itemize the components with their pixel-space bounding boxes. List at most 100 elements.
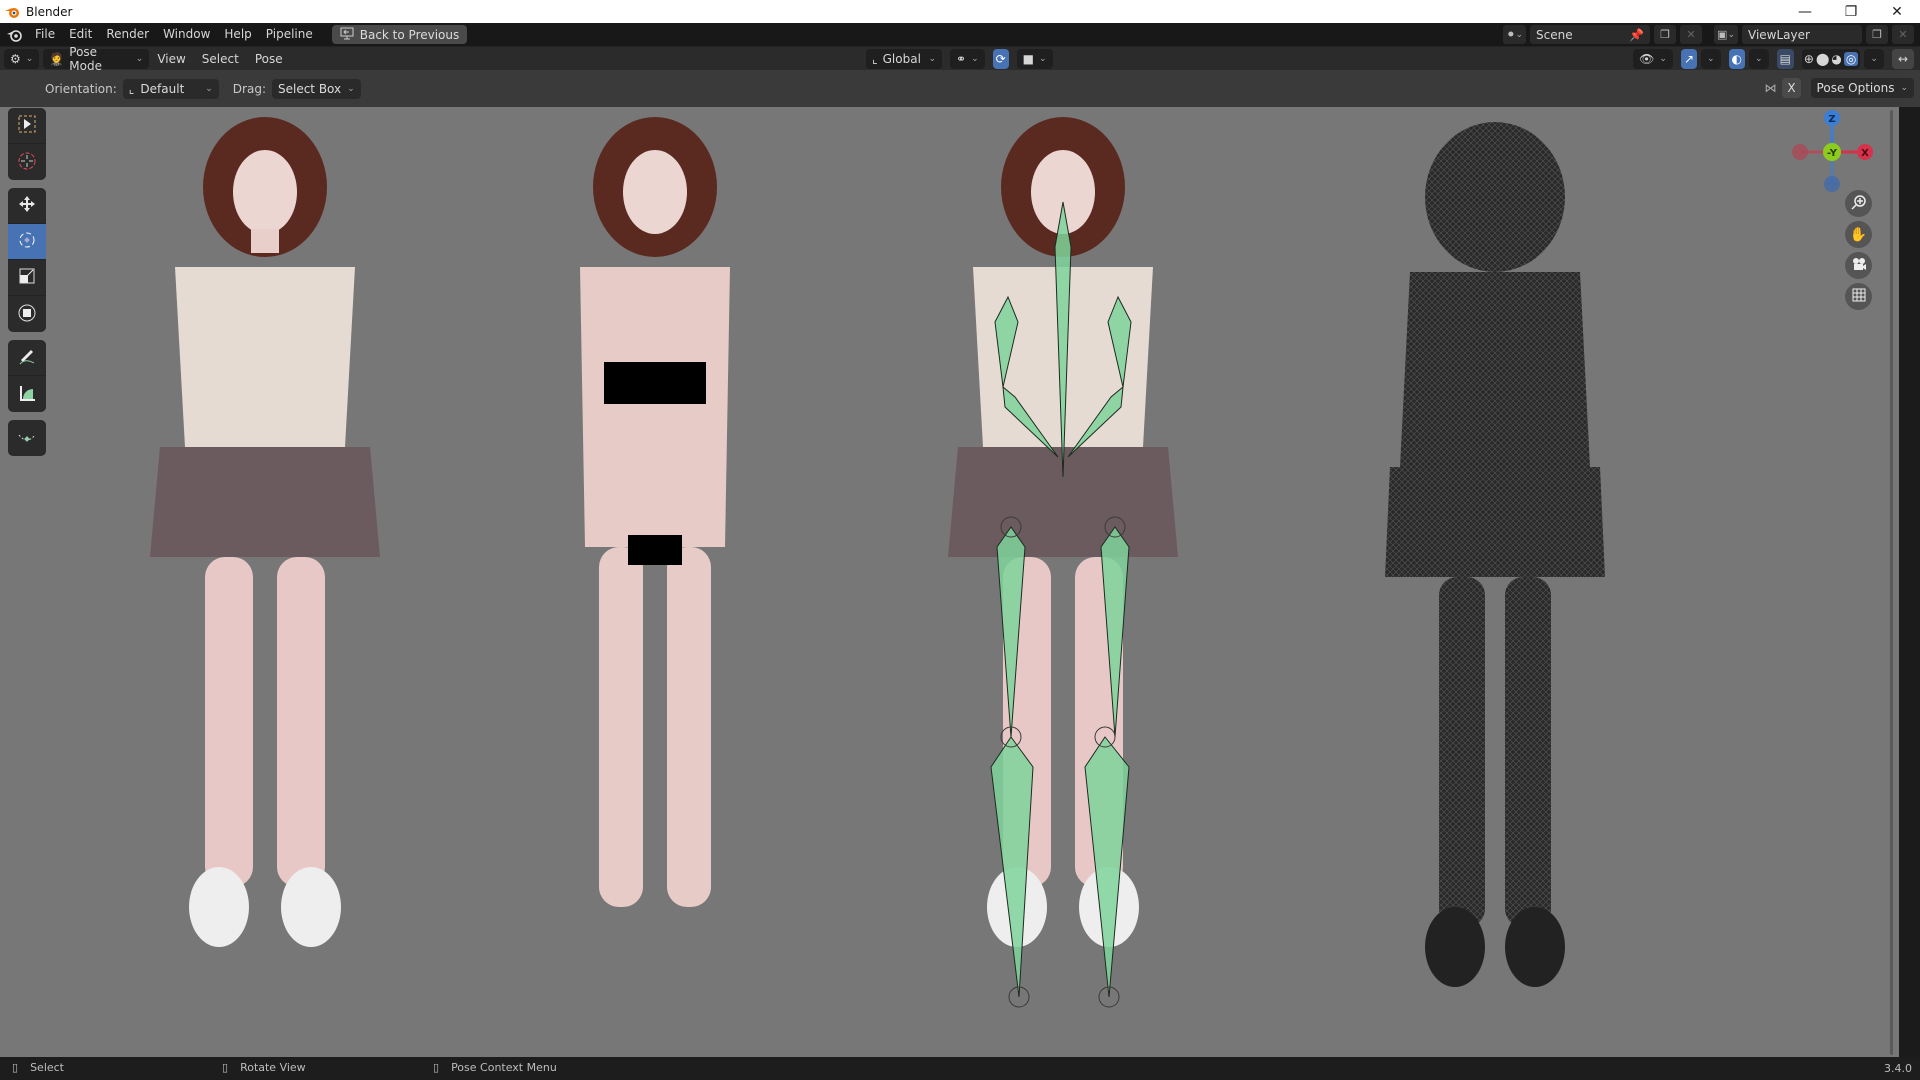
menu-select[interactable]: Select <box>194 52 247 66</box>
show-gizmo-toggle[interactable]: ↗ <box>1680 49 1697 69</box>
overlays-dropdown[interactable]: ⌄ <box>1749 49 1769 69</box>
status-select: ▯ Select <box>12 1061 64 1074</box>
x-mirror-toggle[interactable]: X <box>1782 78 1801 98</box>
scene-icon: ⚫ <box>1506 28 1516 41</box>
snap-target-button[interactable]: ■ ⌄ <box>1016 49 1053 69</box>
menu-pipeline[interactable]: Pipeline <box>259 23 320 46</box>
orientation-value: Default <box>140 81 185 96</box>
orientation-axes-icon: ⌞ <box>128 81 135 96</box>
sidebar-toggle-button[interactable]: ↔ <box>1891 49 1914 69</box>
status-context-menu: ▯ Pose Context Menu <box>433 1061 557 1074</box>
figure-base-mesh <box>580 117 730 907</box>
back-to-previous-button[interactable]: Back to Previous <box>331 25 468 44</box>
xray-icon: ▤ <box>1779 52 1791 66</box>
close-icon: ✕ <box>1686 28 1696 41</box>
mouse-middle-icon: ▯ <box>222 1061 229 1074</box>
drag-dropdown[interactable]: Select Box ⌄ <box>271 78 361 99</box>
tool-move[interactable] <box>8 188 46 224</box>
menu-window[interactable]: Window <box>156 23 217 46</box>
gizmo-z-label: Z <box>1828 114 1835 125</box>
tool-select-box[interactable] <box>8 108 46 144</box>
visibility-selectability-button[interactable]: 👁 ⌄ <box>1633 49 1673 69</box>
view-layer-browse-button[interactable]: ▣ ⌄ <box>1714 25 1738 44</box>
pin-icon[interactable]: 📌 <box>1629 28 1644 42</box>
drag-value: Select Box <box>277 81 342 96</box>
pose-options-label: Pose Options <box>1816 81 1895 95</box>
censor-block <box>604 362 706 404</box>
transform-orientation-selector[interactable]: ⌞ Global ⌄ <box>866 49 942 69</box>
gizmo-neg-z-axis <box>1824 176 1840 192</box>
status-rotate-view: ▯ Rotate View <box>222 1061 306 1074</box>
pose-options-dropdown[interactable]: Pose Options ⌄ <box>1810 78 1914 98</box>
orientation-axes-icon: ⌞ <box>872 52 878 66</box>
move-icon <box>17 194 37 217</box>
scene-name: Scene <box>1536 27 1573 42</box>
zoom-view-button[interactable] <box>1845 190 1872 217</box>
blender-menu-icon[interactable] <box>0 28 28 42</box>
gizmo-x-label: X <box>1861 148 1869 159</box>
minimize-button[interactable]: — <box>1782 0 1828 23</box>
auto-keying-toggle[interactable]: ⟳ <box>992 49 1009 69</box>
restore-button[interactable]: ❐ <box>1828 0 1874 23</box>
3d-viewport[interactable] <box>0 107 1899 1057</box>
close-button[interactable]: ✕ <box>1874 0 1920 23</box>
editor-type-button[interactable]: ⚙ ⌄ <box>4 48 40 69</box>
tool-cursor[interactable] <box>8 144 46 180</box>
scene-name-field[interactable]: Scene 📌 <box>1530 25 1651 44</box>
mode-selector[interactable]: 🤵 Pose Mode ⌄ <box>43 45 150 73</box>
new-scene-button[interactable]: ❐ <box>1654 25 1677 44</box>
toggle-ortho-button[interactable] <box>1845 283 1872 310</box>
menu-view[interactable]: View <box>149 52 193 66</box>
tool-relax[interactable] <box>8 420 46 456</box>
delete-view-layer-button[interactable]: ✕ <box>1892 25 1914 44</box>
zoom-icon <box>1850 194 1867 213</box>
tool-measure[interactable] <box>8 376 46 412</box>
scene-browse-button[interactable]: ⚫ ⌄ <box>1503 25 1527 44</box>
tool-settings-bar: Orientation: ⌞ Default ⌄ Drag: Select Bo… <box>0 70 1920 107</box>
solid-shading-icon[interactable]: ⬤ <box>1816 52 1829 66</box>
delete-scene-button[interactable]: ✕ <box>1680 25 1703 44</box>
tool-annotate[interactable] <box>8 340 46 376</box>
mirror-icon: ⋈ <box>1764 81 1777 95</box>
menu-pose[interactable]: Pose <box>247 52 291 66</box>
viewport-toolbar <box>8 108 46 464</box>
shading-modes: ⊕ ⬤ ◕ ◎ <box>1801 49 1861 69</box>
camera-view-button[interactable] <box>1845 252 1872 279</box>
rendered-shading-icon[interactable]: ◎ <box>1843 52 1859 66</box>
3d-viewport-icon: ⚙ <box>10 51 21 66</box>
tool-transform[interactable] <box>8 296 46 332</box>
orientation-dropdown[interactable]: ⌞ Default ⌄ <box>122 78 219 99</box>
xray-toggle[interactable]: ▤ <box>1776 49 1794 69</box>
version-label: 3.4.0 <box>1884 1062 1912 1075</box>
navigation-buttons: ✋ <box>1845 190 1872 310</box>
menu-edit[interactable]: Edit <box>62 23 99 46</box>
orientation-label: Orientation: <box>45 81 117 96</box>
duplicate-icon: ❐ <box>1660 28 1670 41</box>
wireframe-shading-icon[interactable]: ⊕ <box>1804 52 1814 66</box>
menu-file[interactable]: File <box>28 23 62 46</box>
gizmo-dropdown[interactable]: ⌄ <box>1701 49 1721 69</box>
close-icon: ✕ <box>1898 28 1908 41</box>
scale-icon <box>17 266 37 289</box>
show-overlays-toggle[interactable]: ◐ <box>1728 49 1746 69</box>
shading-dropdown[interactable]: ⌄ <box>1864 49 1884 69</box>
menu-help[interactable]: Help <box>217 23 258 46</box>
mouse-left-icon: ▯ <box>12 1061 19 1074</box>
view-layer-name-field[interactable]: ViewLayer <box>1742 25 1862 44</box>
eye-icon: 👁 <box>1639 52 1655 66</box>
pencil-icon <box>17 346 37 369</box>
material-preview-shading-icon[interactable]: ◕ <box>1831 52 1841 66</box>
top-menubar: File Edit Render Window Help Pipeline Ba… <box>0 23 1920 46</box>
navigation-gizmo[interactable]: Z X -Y <box>1790 108 1890 198</box>
pose-mode-icon: 🤵 <box>49 51 65 66</box>
view-layer-name: ViewLayer <box>1748 27 1810 42</box>
tool-rotate[interactable] <box>8 224 46 260</box>
pan-view-button[interactable]: ✋ <box>1845 221 1872 248</box>
camera-icon <box>1851 256 1867 275</box>
new-view-layer-button[interactable]: ❐ <box>1866 25 1888 44</box>
pivot-point-button[interactable]: ⚭ ⌄ <box>950 49 985 69</box>
cube-icon: ■ <box>1022 52 1035 66</box>
tool-scale[interactable] <box>8 260 46 296</box>
menu-render[interactable]: Render <box>99 23 156 46</box>
viewport-region-divider[interactable] <box>1890 110 1893 1055</box>
